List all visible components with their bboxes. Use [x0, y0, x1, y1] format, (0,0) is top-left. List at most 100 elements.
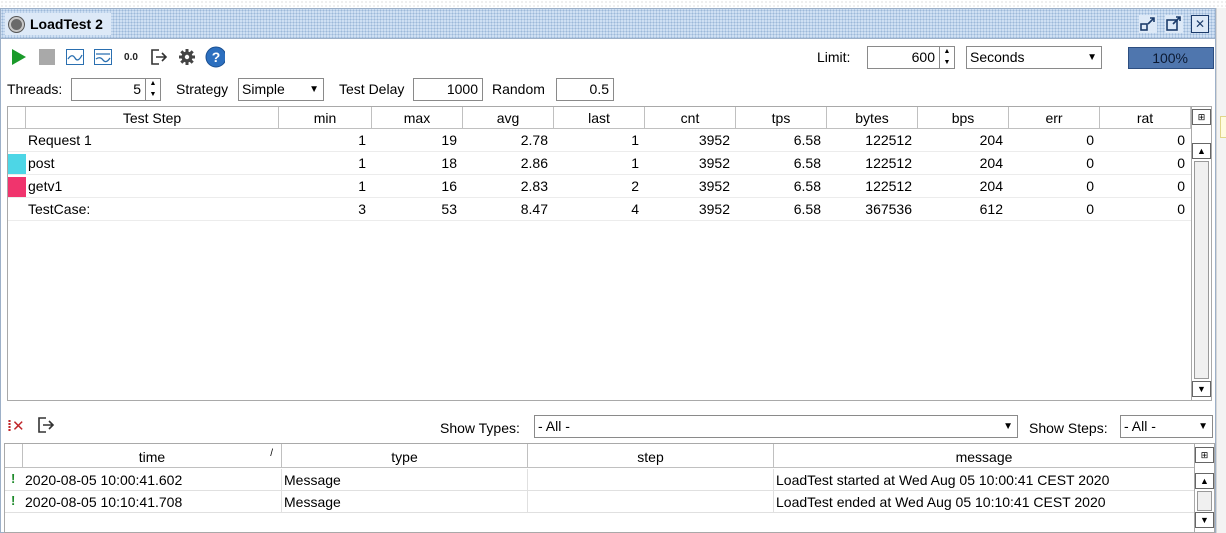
undock-icon[interactable]	[1139, 15, 1157, 33]
scroll-up-icon[interactable]: ▲	[1192, 143, 1211, 159]
reset-icon[interactable]: 0.0	[121, 47, 141, 67]
top-dotted-border	[0, 0, 1226, 8]
log-row[interactable]: ! 2020-08-05 10:00:41.602 Message LoadTest …	[5, 469, 1195, 491]
show-steps-select[interactable]: - All - ▼	[1120, 415, 1213, 438]
test-delay-field[interactable]: 1000	[413, 78, 483, 101]
column-header-bytes[interactable]: bytes	[827, 107, 918, 129]
close-icon[interactable]: ✕	[1191, 15, 1209, 33]
column-chooser-icon[interactable]: ⊞	[1192, 109, 1211, 125]
scroll-down-icon[interactable]: ▼	[1192, 381, 1211, 397]
table-row[interactable]: Request 1 1 19 2.78 1 3952 6.58 122512 204 0 0	[8, 129, 1193, 152]
column-header-err[interactable]: err	[1009, 107, 1100, 129]
cell-avg: 8.47	[520, 201, 548, 217]
limit-unit-value: Seconds	[970, 49, 1025, 65]
right-edge-strip	[1216, 8, 1226, 533]
random-field[interactable]: 0.5	[556, 78, 614, 101]
log-column-header-time[interactable]: time /	[23, 444, 282, 468]
spin-down-icon[interactable]: ▼	[940, 58, 954, 69]
limit-stepper[interactable]: 600 ▲ ▼	[867, 46, 955, 69]
log-column-header-type[interactable]: type	[282, 444, 528, 468]
column-header-rat[interactable]: rat	[1100, 107, 1191, 129]
table-row[interactable]: post 1 18 2.86 1 3952 6.58 122512 204 0 0	[8, 152, 1193, 175]
header-corner	[5, 444, 23, 468]
cell-step: post	[28, 155, 55, 171]
log-cell-type: Message	[282, 491, 528, 513]
column-header-min[interactable]: min	[279, 107, 372, 129]
show-types-value: - All -	[538, 418, 570, 434]
statistics-scrollbar[interactable]: ⊞ ▲ ▼	[1191, 107, 1211, 400]
cell-tps: 6.58	[793, 201, 821, 217]
cell-bytes: 367536	[865, 201, 912, 217]
limit-value[interactable]: 600	[868, 47, 939, 68]
log-toolbar: ⁞✕ Show Types: - All - ▼ Show Steps: - A…	[7, 413, 1215, 443]
cell-max: 19	[441, 132, 457, 148]
scroll-down-icon[interactable]: ▼	[1195, 512, 1214, 528]
help-icon[interactable]: ?	[205, 46, 225, 68]
strategy-select[interactable]: Simple ▼	[238, 78, 324, 101]
cell-cnt: 3952	[698, 132, 730, 148]
log-column-label: message	[955, 449, 1013, 465]
log-row[interactable]: ! 2020-08-05 10:10:41.708 Message LoadTest …	[5, 491, 1195, 513]
title-tab[interactable]: LoadTest 2	[5, 13, 111, 35]
maximize-icon[interactable]	[1165, 15, 1183, 33]
play-icon[interactable]	[9, 47, 29, 67]
cell-bps: 204	[979, 178, 1003, 194]
stop-icon[interactable]	[37, 47, 57, 67]
log-column-header-step[interactable]: step	[528, 444, 774, 468]
cell-tps: 6.58	[793, 132, 821, 148]
export-log-icon[interactable]	[37, 416, 55, 437]
threads-value[interactable]: 5	[72, 79, 145, 100]
cell-max: 16	[441, 178, 457, 194]
spin-up-icon[interactable]: ▲	[940, 47, 954, 58]
table-row[interactable]: getv1 1 16 2.83 2 3952 6.58 122512 204 0 0	[8, 175, 1193, 198]
cell-cnt: 3952	[698, 201, 730, 217]
spin-up-icon[interactable]: ▲	[146, 79, 160, 90]
sort-indicator-icon: /	[270, 448, 273, 459]
cell-avg: 2.78	[520, 132, 548, 148]
cell-err: 0	[1086, 201, 1094, 217]
cell-last: 4	[631, 201, 639, 217]
threads-stepper[interactable]: 5 ▲ ▼	[71, 78, 161, 101]
log-scrollbar[interactable]: ⊞ ▲ ▼	[1194, 444, 1214, 532]
limit-unit-select[interactable]: Seconds ▼	[966, 46, 1102, 69]
log-cell-type: Message	[282, 469, 528, 491]
column-header-step[interactable]: Test Step	[26, 107, 279, 129]
cell-cnt: 3952	[698, 155, 730, 171]
scroll-track[interactable]	[1194, 161, 1209, 379]
spin-down-icon[interactable]: ▼	[146, 90, 160, 101]
cell-min: 1	[358, 178, 366, 194]
column-header-avg[interactable]: avg	[463, 107, 554, 129]
cell-step: TestCase:	[28, 201, 91, 217]
scroll-track[interactable]	[1197, 491, 1212, 511]
cell-max: 18	[441, 155, 457, 171]
loadtest-icon	[9, 16, 24, 32]
log-cell-step	[528, 491, 774, 513]
statistics-icon[interactable]	[93, 47, 113, 67]
cell-rat: 0	[1177, 155, 1185, 171]
column-header-cnt[interactable]: cnt	[645, 107, 736, 129]
table-row[interactable]: TestCase: 3 53 8.47 4 3952 6.58 367536 612 0 0	[8, 198, 1193, 221]
cell-cnt: 3952	[698, 178, 730, 194]
export-icon[interactable]	[149, 47, 169, 67]
edge-marker	[1220, 116, 1226, 138]
log-column-header-message[interactable]: message	[774, 444, 1195, 468]
cell-bps: 612	[979, 201, 1003, 217]
random-value[interactable]: 0.5	[557, 79, 613, 100]
cell-min: 1	[358, 155, 366, 171]
column-header-bps[interactable]: bps	[918, 107, 1009, 129]
test-delay-value[interactable]: 1000	[414, 79, 482, 100]
series-color-swatch[interactable]	[8, 154, 26, 174]
log-column-label: time	[138, 449, 166, 465]
column-header-tps[interactable]: tps	[736, 107, 827, 129]
scroll-up-icon[interactable]: ▲	[1195, 473, 1214, 489]
column-header-last[interactable]: last	[554, 107, 645, 129]
svg-text:?: ?	[212, 49, 221, 65]
cell-bytes: 122512	[865, 155, 912, 171]
gear-icon[interactable]	[177, 47, 197, 67]
show-types-select[interactable]: - All - ▼	[534, 415, 1018, 438]
clear-log-icon[interactable]: ⁞✕	[7, 417, 25, 435]
series-color-swatch[interactable]	[8, 177, 26, 197]
column-chooser-icon[interactable]: ⊞	[1195, 447, 1214, 463]
column-header-max[interactable]: max	[372, 107, 463, 129]
chart-icon[interactable]	[65, 47, 85, 67]
